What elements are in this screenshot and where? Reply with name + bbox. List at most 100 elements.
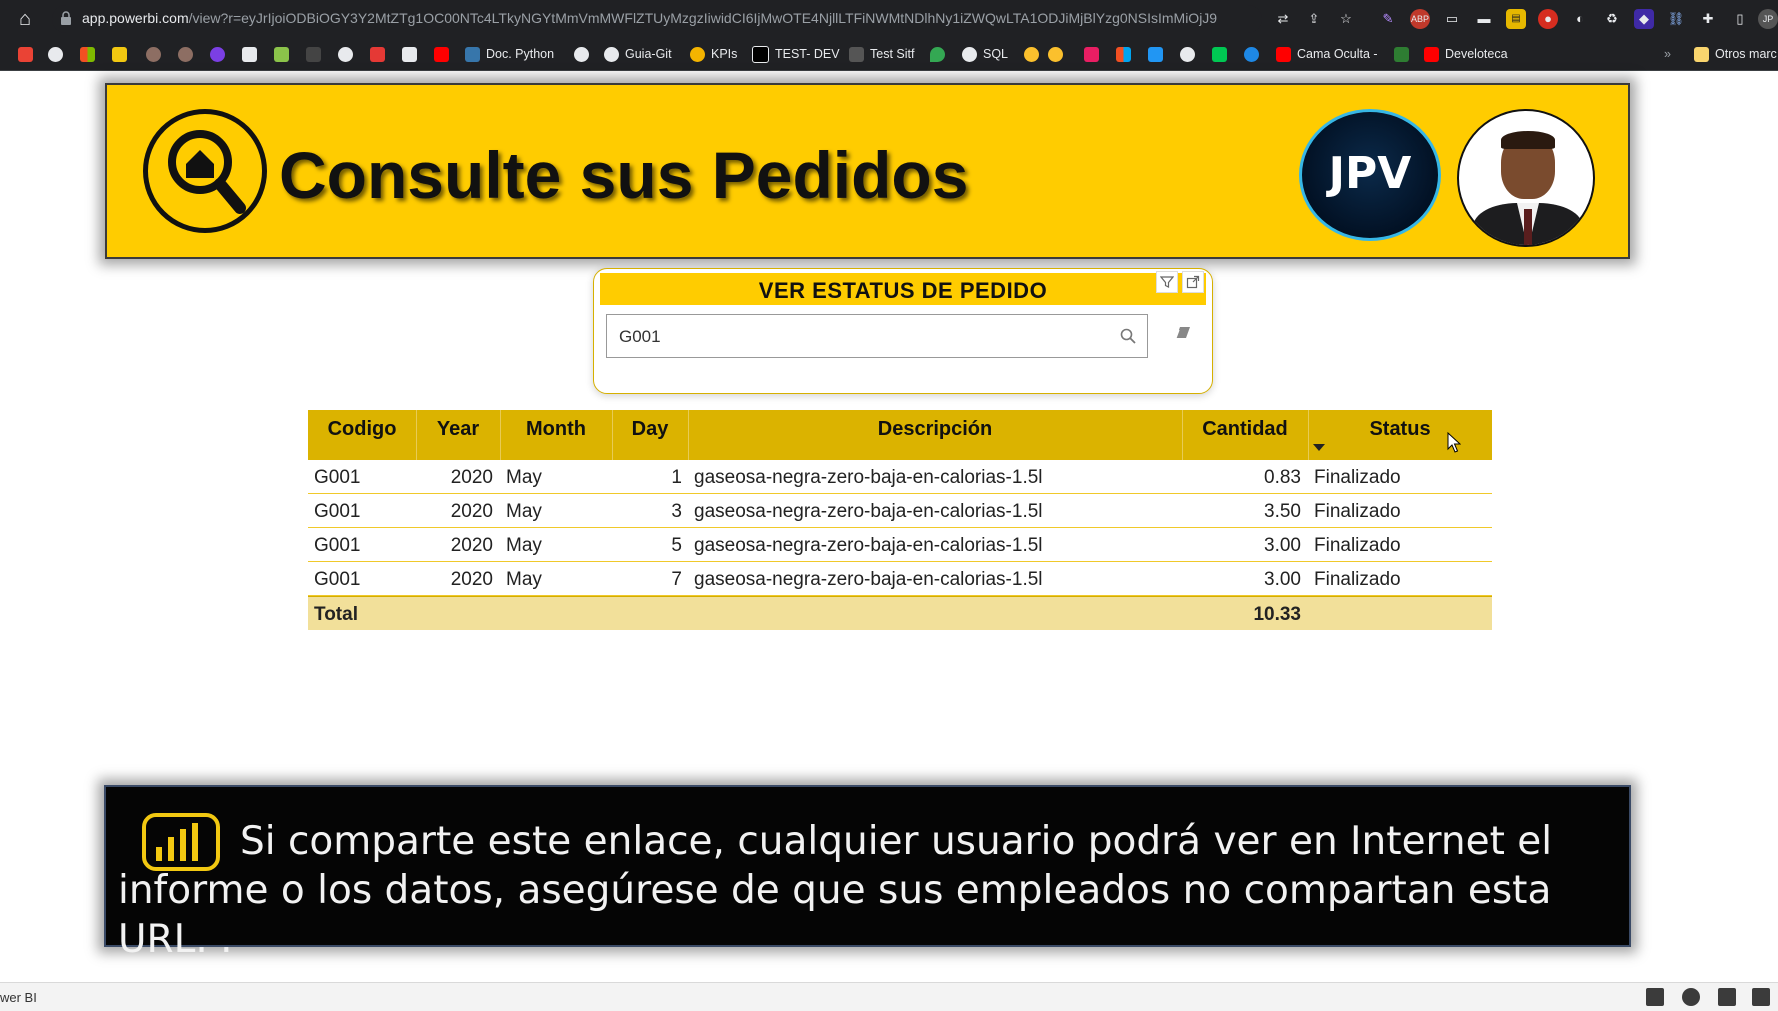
search-input[interactable]: G001 [606, 314, 1148, 358]
table-row[interactable]: G001 2020 May 5 gaseosa-negra-zero-baja-en-c… [308, 528, 1492, 562]
share-icon[interactable] [1752, 988, 1770, 1006]
facebook-icon[interactable] [1646, 988, 1664, 1006]
adblock-icon[interactable]: ABP [1410, 9, 1430, 29]
cell-cantidad: 3.50 [1264, 501, 1301, 522]
extension-icon[interactable]: ◆ [1634, 9, 1654, 29]
col-header-year[interactable]: Year [416, 418, 500, 441]
table-row[interactable]: G001 2020 May 1 gaseosa-negra-zero-baja-en-c… [308, 460, 1492, 494]
cell-codigo: G001 [314, 535, 361, 556]
bookmark-develoteca[interactable]: Develoteca [1424, 44, 1508, 64]
jpv-logo-text: JPV [1328, 148, 1412, 199]
sort-descending-icon[interactable] [1313, 444, 1325, 452]
profile-avatar[interactable]: JP [1758, 9, 1778, 29]
footer-message: Si comparte este enlace, cualquier usuar… [118, 819, 1553, 962]
globe-icon [962, 46, 977, 62]
mouse-cursor-icon [1447, 432, 1461, 453]
bookmark-test-dev[interactable]: TEST- DEV [752, 44, 840, 64]
order-status-slicer: VER ESTATUS DE PEDIDO G001 [593, 268, 1213, 394]
col-header-month[interactable]: Month [500, 418, 612, 441]
extension-icon[interactable]: ▤ [1506, 9, 1526, 29]
app-icon[interactable] [1180, 47, 1195, 62]
share-icon[interactable]: ⇪ [1304, 9, 1324, 29]
table-row[interactable]: G001 2020 May 7 gaseosa-negra-zero-baja-en-c… [308, 562, 1492, 596]
folder-icon [1694, 46, 1709, 62]
filter-icon[interactable] [1156, 271, 1178, 293]
cell-day: 5 [671, 535, 682, 556]
extension-icon[interactable]: ◐ [1570, 9, 1590, 29]
translate-icon[interactable]: ⇄ [1273, 9, 1293, 29]
extension-icon[interactable]: ▬ [1474, 9, 1494, 29]
bookmark-test-sitf[interactable]: Test Sitf [849, 44, 914, 64]
emoji-icon[interactable] [1024, 47, 1039, 62]
microsoft-icon[interactable] [80, 47, 95, 62]
profile-icon[interactable] [178, 47, 193, 62]
table-row[interactable]: G001 2020 May 3 gaseosa-negra-zero-baja-en-c… [308, 494, 1492, 528]
app-icon[interactable] [1394, 47, 1409, 62]
app-icon[interactable] [306, 47, 321, 62]
cell-month: May [506, 569, 542, 590]
globe-icon[interactable] [574, 47, 589, 62]
gmail-icon[interactable] [18, 47, 33, 62]
slicer-header: VER ESTATUS DE PEDIDO [600, 273, 1206, 305]
youtube-icon[interactable] [434, 47, 449, 62]
maps-icon[interactable] [930, 47, 945, 62]
bookmark-guia-git[interactable]: Guia-Git [604, 44, 672, 64]
cell-status: Finalizado [1314, 535, 1401, 556]
puzzle-icon[interactable]: ✚ [1698, 9, 1718, 29]
cell-month: May [506, 535, 542, 556]
home-app-icon[interactable] [402, 47, 417, 62]
bookmark-star-icon[interactable]: ☆ [1336, 9, 1356, 29]
globe-icon [604, 46, 619, 62]
extension-icon[interactable]: ● [1538, 9, 1558, 29]
chart-icon[interactable] [242, 47, 257, 62]
powerbi-icon[interactable] [112, 47, 127, 62]
home-icon[interactable]: ⌂ [14, 8, 36, 30]
col-header-codigo[interactable]: Codigo [308, 418, 416, 441]
app-icon[interactable] [1116, 47, 1131, 62]
bookmark-sql[interactable]: SQL [962, 44, 1008, 64]
vue-icon[interactable] [1212, 47, 1227, 62]
bookmark-other[interactable]: Otros marc [1694, 44, 1777, 64]
cell-year: 2020 [450, 569, 493, 590]
url-path: /view?r=eyJrIjoiODBiOGY3Y2MtZTg1OC00NTc4… [188, 10, 1218, 26]
globe-icon[interactable] [48, 47, 63, 62]
cell-status: Finalizado [1314, 569, 1401, 590]
extension-icon[interactable]: ♻ [1602, 9, 1622, 29]
app-icon[interactable] [1148, 47, 1163, 62]
url-text[interactable]: app.powerbi.com/view?r=eyJrIjoiODBiOGY3Y… [82, 10, 1262, 26]
cell-codigo: G001 [314, 501, 361, 522]
cell-codigo: G001 [314, 569, 361, 590]
globe-icon[interactable] [338, 47, 353, 62]
clear-eraser-icon[interactable] [1174, 326, 1192, 340]
extension-pen-icon[interactable]: ✎ [1378, 9, 1398, 29]
app-icon[interactable] [370, 47, 385, 62]
side-panel-icon[interactable]: ▯ [1730, 9, 1750, 29]
link-icon[interactable]: ⛓ [1666, 9, 1686, 29]
bookmark-kpis[interactable]: KPIs [690, 44, 737, 64]
extension-icon[interactable] [210, 47, 225, 62]
cell-year: 2020 [450, 501, 493, 522]
bookmark-cama-oculta[interactable]: Cama Oculta - [1276, 44, 1378, 64]
col-header-status[interactable]: Status [1308, 418, 1492, 441]
table-total-row: Total 10.33 [308, 596, 1492, 630]
profile-icon[interactable] [146, 47, 161, 62]
cell-status: Finalizado [1314, 501, 1401, 522]
diamond-icon[interactable] [274, 47, 289, 62]
col-header-day[interactable]: Day [612, 418, 688, 441]
emoji-icon[interactable] [1048, 47, 1063, 62]
col-header-descripcion[interactable]: Descripción [688, 418, 1182, 441]
page-title: Consulte sus Pedidos [279, 138, 969, 212]
total-label: Total [314, 604, 358, 625]
linkedin-icon[interactable] [1718, 988, 1736, 1006]
focus-mode-icon[interactable] [1182, 271, 1204, 293]
extension-icon[interactable]: ▭ [1442, 9, 1462, 29]
search-icon[interactable] [1119, 327, 1137, 345]
app-icon[interactable] [1244, 47, 1259, 62]
col-header-cantidad[interactable]: Cantidad [1182, 418, 1308, 441]
jpv-logo: JPV [1299, 109, 1441, 241]
twitter-icon[interactable] [1682, 988, 1700, 1006]
bookmarks-overflow-chevron-icon[interactable]: » [1664, 44, 1671, 64]
bookmark-doc-python[interactable]: Doc. Python [465, 44, 554, 64]
header-banner: Consulte sus Pedidos JPV [105, 83, 1630, 259]
app-icon[interactable] [1084, 47, 1099, 62]
